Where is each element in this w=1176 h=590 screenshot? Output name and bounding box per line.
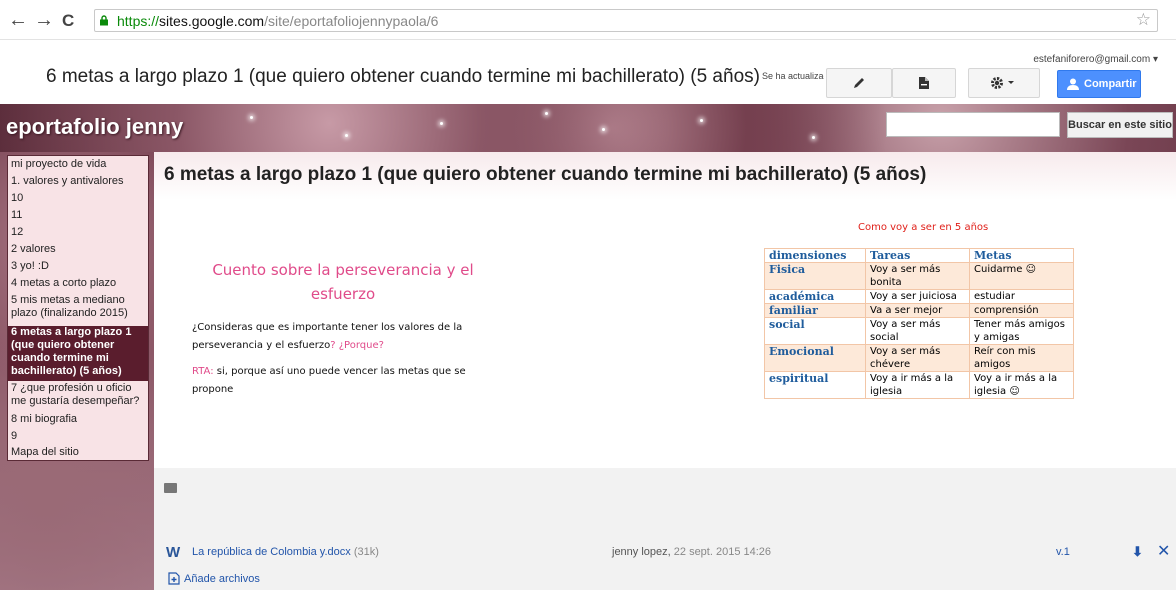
page-title: 6 metas a largo plazo 1 (que quiero obte…: [46, 66, 760, 87]
sidebar-item[interactable]: 1. valores y antivalores: [11, 176, 124, 187]
sparkle: [345, 134, 348, 137]
table-row: académica Voy a ser juiciosa estudiar: [764, 289, 1074, 304]
table-row: Fisica Voy a ser más bonita Cuidarme ☺: [764, 262, 1074, 290]
bookmark-star-icon[interactable]: ☆: [1136, 10, 1151, 30]
edit-page-button[interactable]: [826, 68, 892, 98]
question-text: ¿Consideras que es importante tener los …: [192, 319, 492, 399]
goals-table: dimensiones Tareas Metas Fisica Voy a se…: [764, 248, 1074, 399]
sidebar-item[interactable]: 2 valores: [11, 244, 56, 255]
download-icon[interactable]: ⬇: [1132, 544, 1143, 560]
back-button[interactable]: ←: [8, 10, 28, 30]
sidebar-item[interactable]: 8 mi biografia: [11, 414, 77, 425]
sparkle: [250, 116, 253, 119]
attachment-meta: jenny lopez, 22 sept. 2015 14:26: [612, 546, 772, 558]
sidebar-item[interactable]: 9: [11, 431, 17, 442]
url-text: https://sites.google.com/site/eportafoli…: [117, 13, 439, 29]
browser-toolbar: ← → C https://sites.google.com/site/epor…: [0, 0, 1176, 40]
sidebar-item[interactable]: 12: [11, 227, 23, 238]
delete-icon[interactable]: ✕: [1157, 541, 1170, 561]
sidebar-item[interactable]: 3 yo! :D: [11, 261, 49, 272]
lock-icon: [100, 15, 108, 26]
new-page-icon: [919, 77, 929, 89]
sidebar-item[interactable]: plazo (finalizando 2015): [11, 308, 128, 319]
sparkle: [812, 136, 815, 139]
sidebar-item-label: (que quiero obtener: [11, 339, 115, 351]
person-add-icon: [1067, 78, 1079, 90]
sidebar-item-label: bachillerato) (5 años): [11, 365, 122, 377]
table-row: familiar Va a ser mejor comprensión: [764, 303, 1074, 318]
table-row: social Voy a ser más social Tener más am…: [764, 317, 1074, 345]
site-search-input[interactable]: [886, 112, 1060, 137]
reload-button[interactable]: C: [62, 11, 74, 31]
updated-status: Se ha actualizado: [762, 71, 824, 81]
sidebar-item[interactable]: mi proyecto de vida: [11, 159, 106, 170]
word-file-icon: W: [166, 544, 181, 561]
sidebar-item[interactable]: Mapa del sitio: [11, 447, 79, 458]
gear-icon: [991, 77, 1014, 89]
sites-header: 6 metas a largo plazo 1 (que quiero obte…: [0, 40, 1176, 104]
sidebar-item[interactable]: 7 ¿que profesión u oficio: [11, 383, 131, 394]
content-title: 6 metas a largo plazo 1 (que quiero obte…: [164, 164, 927, 185]
site-search-button[interactable]: Buscar en este sitio: [1067, 112, 1173, 138]
pencil-icon: [854, 78, 864, 88]
sidebar-item[interactable]: 11: [11, 210, 22, 221]
settings-button[interactable]: [968, 68, 1040, 98]
story-title: Cuento sobre la perseverancia y el esfue…: [212, 261, 474, 303]
add-file-icon: [168, 572, 180, 585]
sidebar-item-label: cuando termine mi: [11, 352, 109, 364]
sparkle: [440, 122, 443, 125]
table-header: Tareas: [865, 248, 970, 263]
account-email[interactable]: estefaniforero@gmail.com ▾: [1033, 54, 1158, 65]
main-content: 6 metas a largo plazo 1 (que quiero obte…: [154, 152, 1176, 590]
site-title[interactable]: eportafolio jenny: [6, 114, 183, 140]
address-bar[interactable]: https://sites.google.com/site/eportafoli…: [94, 9, 1158, 32]
table-row: Emocional Voy a ser más chévere Reír con…: [764, 344, 1074, 372]
attachment-link[interactable]: La república de Colombia y.docx (31k): [192, 546, 379, 558]
table-caption: Como voy a ser en 5 años: [858, 222, 989, 233]
sidebar-item[interactable]: 4 metas a corto plazo: [11, 278, 116, 289]
share-button[interactable]: Compartir: [1057, 70, 1141, 98]
sidebar-item[interactable]: me gustaría desempeñar?: [11, 396, 139, 407]
folder-icon: [164, 483, 177, 493]
answer-text: RTA: si, porque así uno puede vencer las…: [192, 366, 466, 395]
sidebar-item-active[interactable]: 6 metas a largo plazo 1 (que quiero obte…: [8, 326, 148, 381]
forward-button[interactable]: →: [34, 10, 54, 30]
add-files-link[interactable]: Añade archivos: [168, 572, 260, 585]
table-header: Metas: [969, 248, 1074, 263]
sidebar-item-label: 6 metas a largo plazo 1: [11, 326, 132, 338]
sidebar-item[interactable]: 10: [11, 193, 23, 204]
sparkle: [602, 128, 605, 131]
attachment-version-link[interactable]: v.1: [1056, 546, 1070, 558]
table-header: dimensiones: [764, 248, 866, 263]
sparkle: [700, 119, 703, 122]
new-page-button[interactable]: [892, 68, 956, 98]
sidebar-nav: mi proyecto de vida 1. valores y antival…: [7, 155, 149, 461]
attachments-section: W La república de Colombia y.docx (31k) …: [154, 468, 1176, 590]
site-banner: eportafolio jenny Buscar en este sitio: [0, 104, 1176, 152]
content-header: 6 metas a largo plazo 1 (que quiero obte…: [154, 152, 1176, 200]
sparkle: [545, 112, 548, 115]
table-row: espiritual Voy a ir más a la iglesia Voy…: [764, 371, 1074, 399]
sidebar-item[interactable]: 5 mis metas a mediano: [11, 295, 125, 306]
